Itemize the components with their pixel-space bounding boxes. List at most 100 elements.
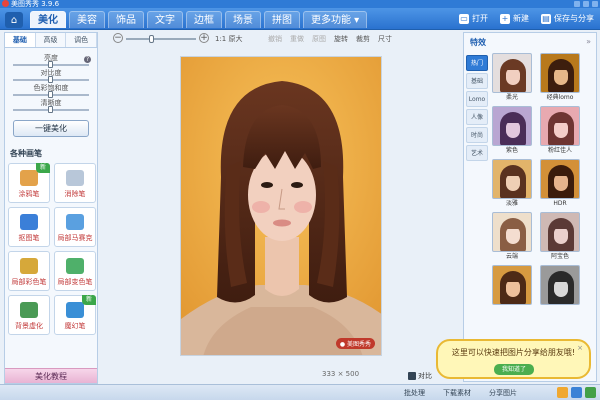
compare-button[interactable]: 对比 <box>408 371 432 381</box>
minimize-icon[interactable] <box>574 1 580 7</box>
pen-tool[interactable]: 局部马赛克 <box>54 207 96 247</box>
thumb-face <box>554 68 568 85</box>
effect-thumbnail[interactable] <box>540 212 580 252</box>
tool-button-5[interactable]: 尺寸 <box>378 34 392 44</box>
download-material-button[interactable]: 下载素材 <box>443 388 471 398</box>
effect-item[interactable]: 阿宝色 <box>540 212 580 262</box>
one-click-beautify-button[interactable]: 一键美化 <box>13 120 89 137</box>
new-badge: 新 <box>82 295 96 305</box>
menu-tab-0[interactable]: 美化 <box>30 11 66 28</box>
effect-thumbnail[interactable] <box>540 265 580 305</box>
effect-category-3[interactable]: 人像 <box>466 109 488 125</box>
effect-category-1[interactable]: 基础 <box>466 73 488 89</box>
slider-track[interactable] <box>13 76 89 83</box>
effect-thumbnail[interactable] <box>540 106 580 146</box>
slider-thumb[interactable] <box>48 76 53 83</box>
effect-label: HDR <box>553 200 567 207</box>
slider-row: 对比度 <box>11 69 91 84</box>
share-image-button[interactable]: 分享图片 <box>489 388 517 398</box>
pen-label: 局部马赛克 <box>57 234 93 242</box>
menu-tab-6[interactable]: 拼图 <box>264 11 300 28</box>
effect-item[interactable]: 经典lomo <box>540 53 580 103</box>
adjust-tab-0[interactable]: 基础 <box>5 33 36 47</box>
adjust-tab-2[interactable]: 调色 <box>66 33 98 47</box>
thumb-face <box>506 227 520 244</box>
settings-icon[interactable] <box>571 387 582 398</box>
effect-thumbnail[interactable] <box>492 53 532 93</box>
slider-track[interactable] <box>13 106 89 113</box>
effect-item[interactable]: 粉红佳人 <box>540 106 580 156</box>
batch-button[interactable]: 批处理 <box>404 388 425 398</box>
file-actions: ▭ 打开 + 新建 ▤ 保存与分享 <box>459 12 594 26</box>
star-icon[interactable] <box>557 387 568 398</box>
add-icon[interactable] <box>585 387 596 398</box>
effect-label: 紫色 <box>505 147 518 154</box>
thumb-face <box>506 121 520 138</box>
tool-button-1[interactable]: 重做 <box>290 34 304 44</box>
effect-item[interactable]: 紫色 <box>492 106 532 156</box>
effect-label: 粉红佳人 <box>547 147 572 154</box>
effect-thumbnail[interactable] <box>492 212 532 252</box>
pen-tool[interactable]: 局部变色笔 <box>54 251 96 291</box>
effect-category-4[interactable]: 时尚 <box>466 127 488 143</box>
effect-item[interactable]: HDR <box>540 159 580 209</box>
slider-thumb[interactable] <box>48 61 53 68</box>
menu-tab-7[interactable]: 更多功能 ▾ <box>303 11 368 28</box>
tool-button-2[interactable]: 原图 <box>312 34 326 44</box>
save-share-button[interactable]: ▤ 保存与分享 <box>541 12 594 26</box>
got-it-button[interactable]: 我知道了 <box>494 364 534 375</box>
pen-tool[interactable]: 涂鸦笔 新 <box>8 163 50 203</box>
edit-tools: 撤销 重做 原图 旋转 裁剪 尺寸 <box>268 34 392 44</box>
zoom-slider-thumb[interactable] <box>148 35 154 43</box>
pen-tool[interactable]: 消除笔 <box>54 163 96 203</box>
slider-track[interactable] <box>13 91 89 98</box>
maximize-icon[interactable] <box>583 1 589 7</box>
effect-category-2[interactable]: Lomo <box>466 91 488 107</box>
close-window-icon[interactable] <box>592 1 598 7</box>
tool-button-4[interactable]: 裁剪 <box>356 34 370 44</box>
slider-thumb[interactable] <box>48 91 53 98</box>
menu-tab-4[interactable]: 边框 <box>186 11 222 28</box>
menu-tab-2[interactable]: 饰品 <box>108 11 144 28</box>
slider-track[interactable] <box>13 61 89 68</box>
new-button[interactable]: + 新建 <box>500 12 529 26</box>
save-icon: ▤ <box>541 14 551 24</box>
effect-category-0[interactable]: 热门 <box>466 55 488 71</box>
effect-category-5[interactable]: 艺术 <box>466 145 488 161</box>
zoom-slider[interactable] <box>126 35 196 43</box>
effect-item[interactable] <box>540 265 580 305</box>
tool-button-3[interactable]: 旋转 <box>334 34 348 44</box>
effect-thumbnail[interactable] <box>492 265 532 305</box>
open-button[interactable]: ▭ 打开 <box>459 12 488 26</box>
slider-thumb[interactable] <box>48 106 53 113</box>
image-dimensions: 333 × 500 <box>322 370 360 378</box>
effect-item[interactable]: 柔光 <box>492 53 532 103</box>
effect-item[interactable]: 云端 <box>492 212 532 262</box>
pen-tool[interactable]: 背景虚化 <box>8 295 50 335</box>
pen-tool[interactable]: 局部彩色笔 <box>8 251 50 291</box>
effect-thumbnail[interactable] <box>492 106 532 146</box>
tool-button-0[interactable]: 撤销 <box>268 34 282 44</box>
effect-item[interactable]: 淡雅 <box>492 159 532 209</box>
home-button[interactable]: ⌂ <box>5 12 23 28</box>
original-size-button[interactable]: 1:1 原大 <box>215 34 243 44</box>
pen-label: 局部变色笔 <box>57 278 93 286</box>
pen-tool[interactable]: 魔幻笔 新 <box>54 295 96 335</box>
pen-tool[interactable]: 抠图笔 <box>8 207 50 247</box>
menu-tab-1[interactable]: 美容 <box>69 11 105 28</box>
menu-tab-3[interactable]: 文字 <box>147 11 183 28</box>
portrait-photo[interactable]: ● 美图秀秀 <box>180 56 382 356</box>
zoom-out-icon[interactable]: − <box>113 33 123 43</box>
beauty-tutorial-link[interactable]: 美化教程 <box>5 368 97 383</box>
effect-item[interactable] <box>492 265 532 305</box>
effect-thumbnail[interactable] <box>492 159 532 199</box>
title-bar: 美图秀秀 3.9.6 <box>0 0 600 8</box>
effect-label: 阿宝色 <box>550 253 569 260</box>
effect-thumbnail[interactable] <box>540 53 580 93</box>
menu-tab-5[interactable]: 场景 <box>225 11 261 28</box>
adjust-tab-1[interactable]: 高级 <box>36 33 67 47</box>
collapse-icon[interactable]: » <box>586 37 591 46</box>
home-icon: ⌂ <box>10 14 18 26</box>
effect-thumbnail[interactable] <box>540 159 580 199</box>
zoom-in-icon[interactable]: + <box>199 33 209 43</box>
